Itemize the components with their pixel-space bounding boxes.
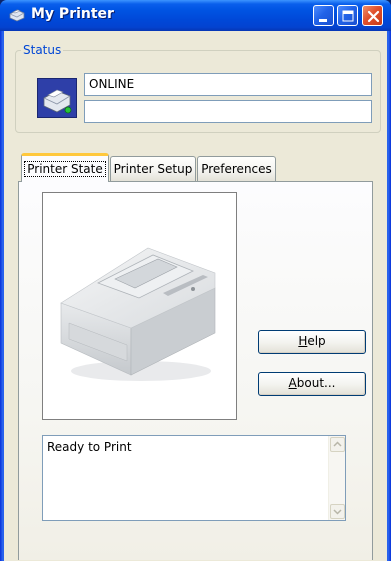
scroll-down-button[interactable] <box>330 504 345 519</box>
minimize-button[interactable] <box>313 5 334 26</box>
window-title: My Printer <box>31 6 114 22</box>
close-button[interactable] <box>362 5 383 26</box>
chevron-up-icon <box>333 441 342 447</box>
status-line-2 <box>84 100 372 123</box>
status-group-label: Status <box>21 43 64 57</box>
printer-app-icon <box>9 9 25 22</box>
help-button-label: elp <box>307 334 326 348</box>
tab-printer-state[interactable]: Printer State <box>21 153 109 182</box>
maximize-icon <box>342 10 354 22</box>
status-line-1: ONLINE <box>84 73 372 96</box>
message-box[interactable]: Ready to Print <box>42 435 346 521</box>
client-area: Status ONLINE Printer State Printer Setu… <box>4 31 387 561</box>
help-button[interactable]: Help <box>258 330 366 354</box>
printer-image <box>42 192 237 420</box>
maximize-button[interactable] <box>337 5 358 26</box>
scroll-up-button[interactable] <box>330 437 345 452</box>
tab-preferences-label: Preferences <box>201 162 272 176</box>
tab-printer-setup-label: Printer Setup <box>113 162 193 176</box>
tab-printer-state-label: Printer State <box>24 161 106 177</box>
about-button-label: bout... <box>296 376 336 390</box>
message-text: Ready to Print <box>47 440 132 454</box>
tab-printer-setup[interactable]: Printer Setup <box>110 156 196 181</box>
printer-status-icon <box>37 78 77 118</box>
help-button-mnemonic: H <box>298 334 308 348</box>
message-scrollbar[interactable] <box>328 436 345 520</box>
minimize-icon <box>319 19 327 22</box>
title-bar[interactable]: My Printer <box>0 0 391 31</box>
about-button-mnemonic: A <box>288 376 297 390</box>
about-button[interactable]: About... <box>258 372 366 396</box>
close-icon <box>367 10 380 23</box>
tab-preferences[interactable]: Preferences <box>197 156 276 181</box>
printer-window: My Printer Status ONLINE Printer State P… <box>0 0 391 561</box>
printer-state-panel: Help About... Ready to Print <box>18 181 373 560</box>
chevron-down-icon <box>333 509 342 515</box>
